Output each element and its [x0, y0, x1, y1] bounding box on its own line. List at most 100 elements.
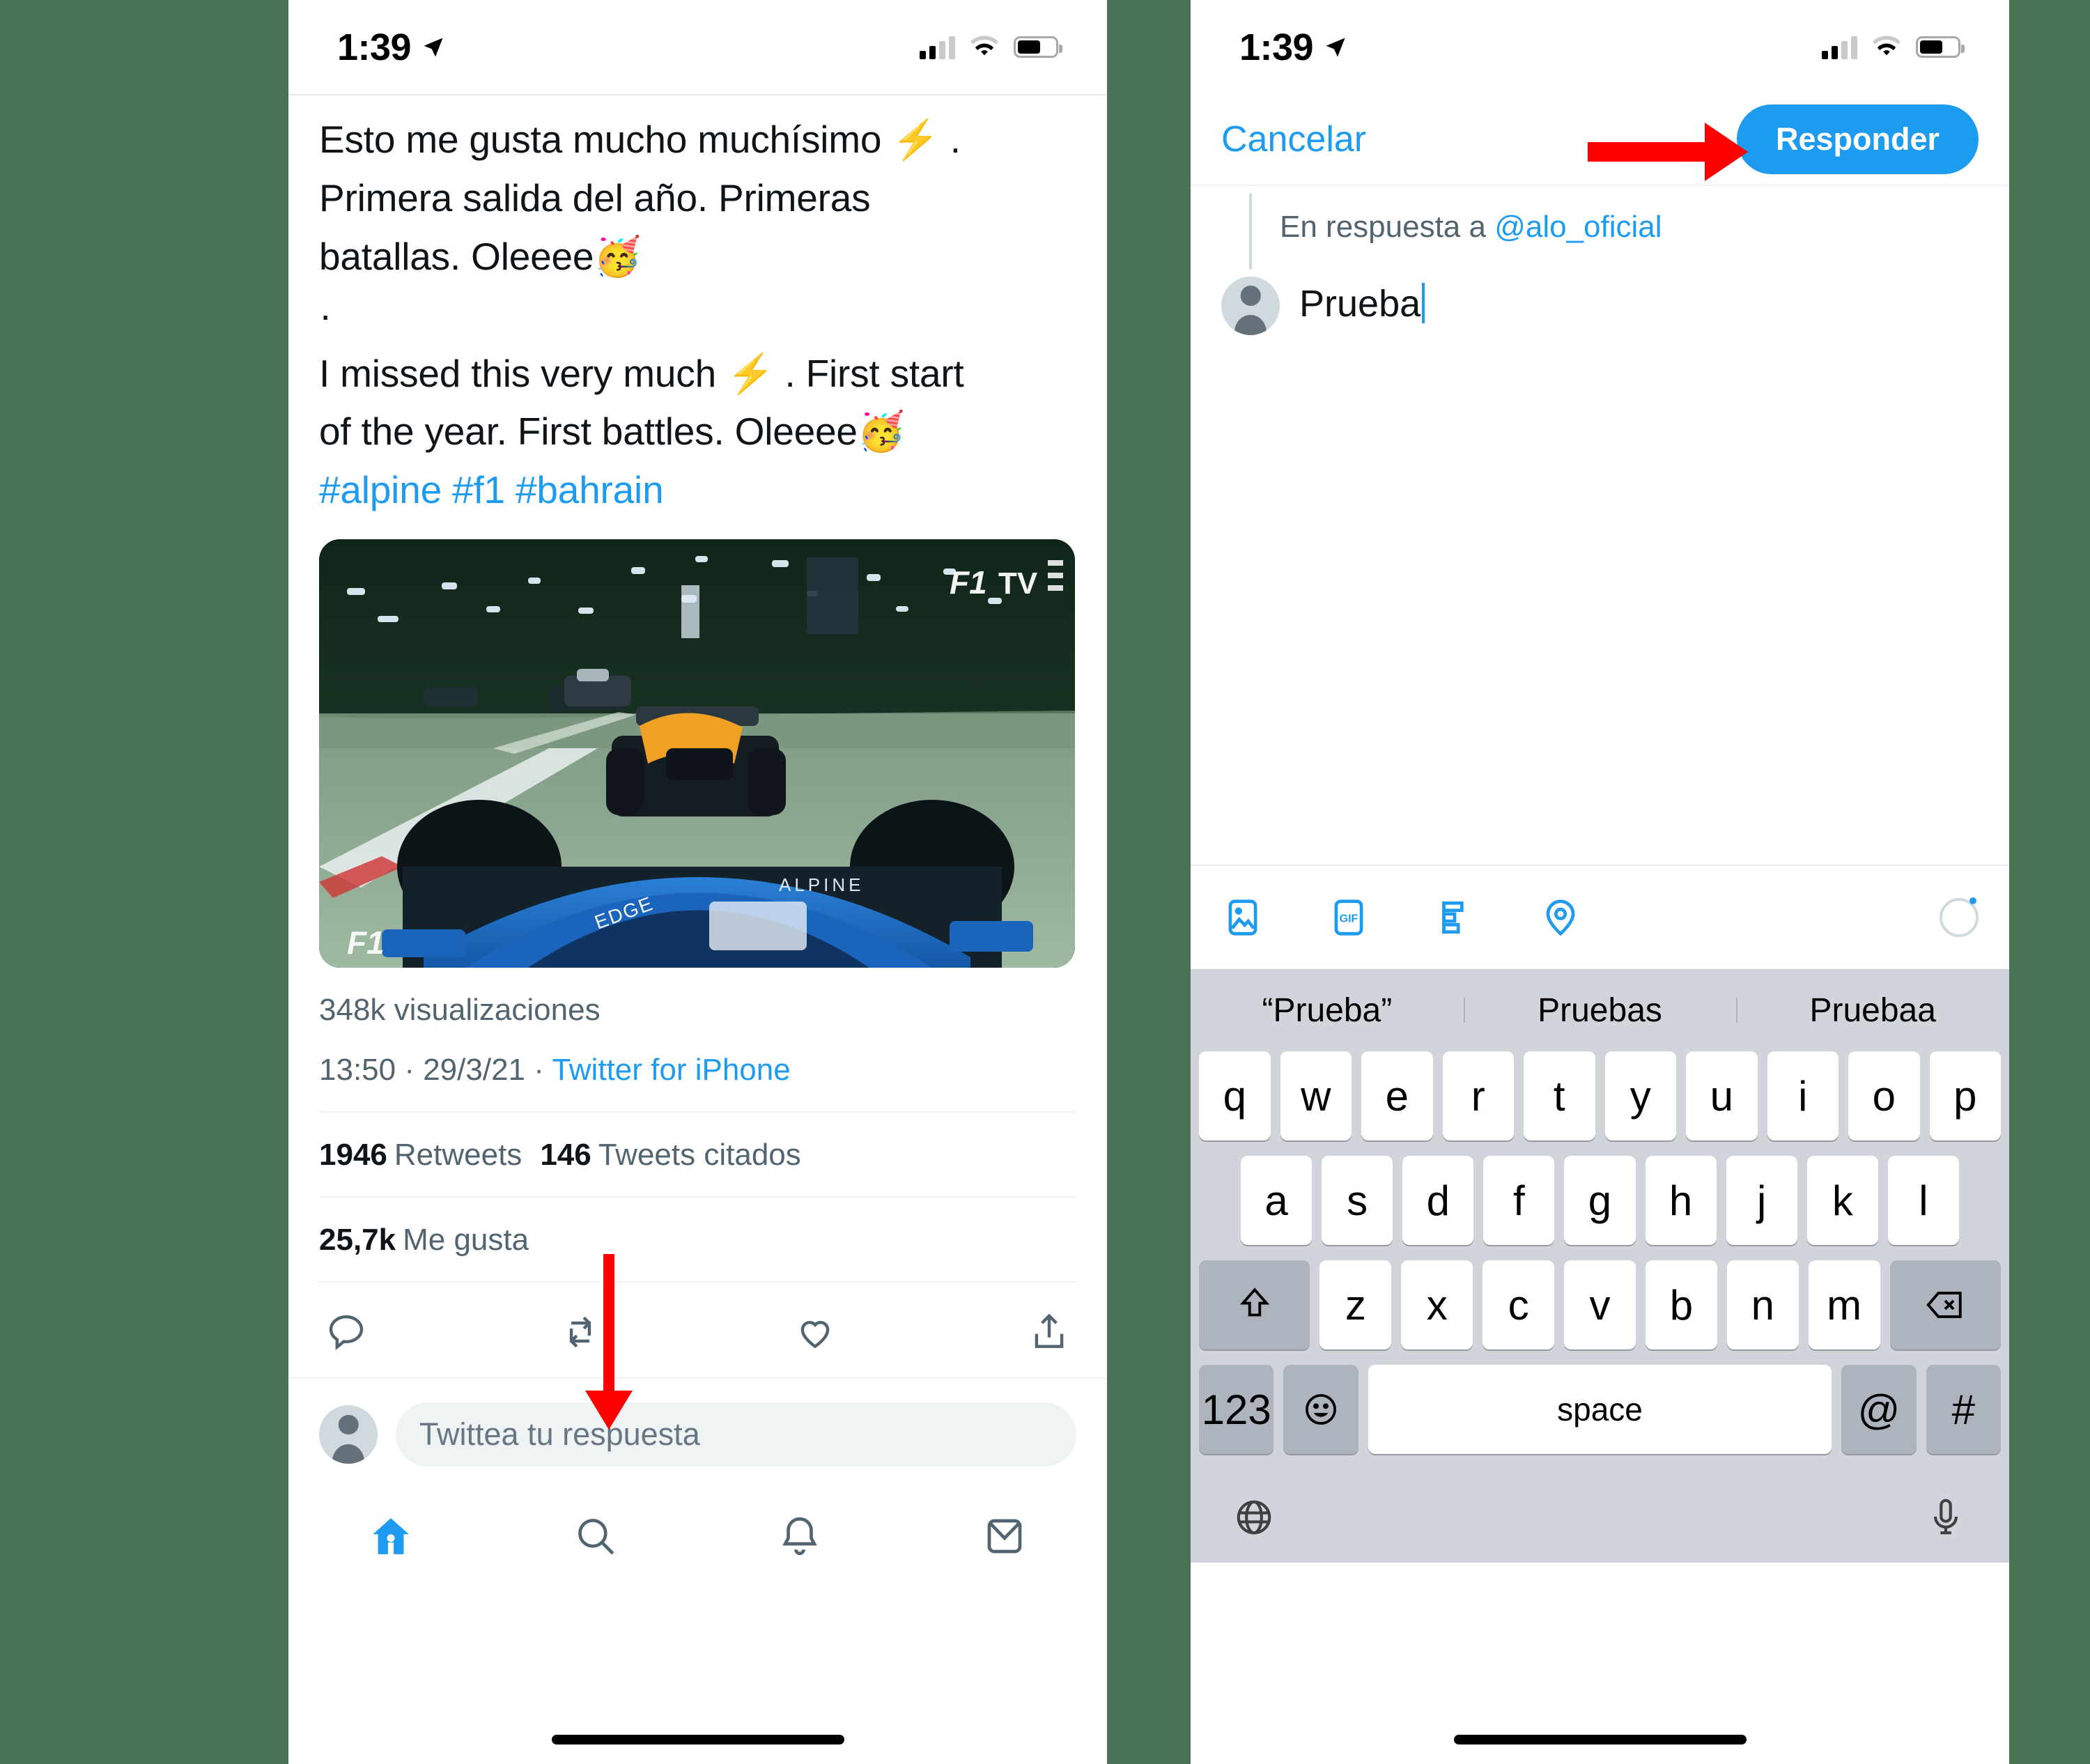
location-pin-icon[interactable] [1539, 896, 1582, 939]
share-icon[interactable] [1028, 1310, 1071, 1354]
retweets-count-group[interactable]: 1946 Retweets [319, 1138, 522, 1173]
key-g[interactable]: g [1564, 1156, 1636, 1245]
at-key[interactable]: @ [1841, 1365, 1917, 1454]
tweet-line-2: Primera salida del año. Primeras [319, 176, 871, 219]
key-i[interactable]: i [1767, 1051, 1839, 1140]
numbers-key[interactable]: 123 [1198, 1365, 1274, 1454]
space-key[interactable]: space [1368, 1365, 1832, 1454]
key-m[interactable]: m [1808, 1260, 1880, 1349]
key-s[interactable]: s [1322, 1156, 1393, 1245]
quotes-count-group[interactable]: 146 Tweets citados [540, 1138, 800, 1173]
poll-icon[interactable] [1433, 896, 1476, 939]
key-c[interactable]: c [1483, 1260, 1555, 1349]
key-a[interactable]: a [1241, 1156, 1313, 1245]
key-l[interactable]: l [1887, 1156, 1959, 1245]
key-u[interactable]: u [1686, 1051, 1758, 1140]
key-z[interactable]: z [1319, 1260, 1392, 1349]
keyboard-row-3: z x c v b n m [1191, 1260, 2009, 1365]
tweet-actions [288, 1283, 1107, 1377]
svg-text:F1: F1 [950, 564, 987, 601]
keyboard-bottom-row [1191, 1465, 2009, 1563]
key-f[interactable]: f [1483, 1156, 1555, 1245]
gif-icon[interactable]: GIF [1327, 896, 1370, 939]
key-d[interactable]: d [1402, 1156, 1474, 1245]
key-p[interactable]: p [1929, 1051, 2001, 1140]
key-j[interactable]: j [1726, 1156, 1797, 1245]
cellular-signal-icon [920, 36, 955, 59]
likes-count-row[interactable]: 25,7k Me gusta [319, 1198, 1076, 1281]
character-count-ring [1940, 897, 1979, 937]
reply-input[interactable]: Twittea tu respuesta [396, 1402, 1076, 1467]
key-b[interactable]: b [1645, 1260, 1717, 1349]
globe-icon[interactable] [1232, 1496, 1276, 1539]
key-r[interactable]: r [1442, 1051, 1514, 1140]
key-k[interactable]: k [1806, 1156, 1878, 1245]
compose-value: Prueba [1299, 283, 1421, 325]
image-icon[interactable] [1221, 896, 1264, 939]
emoji-icon[interactable] [1283, 1365, 1358, 1454]
suggestion-1[interactable]: Pruebas [1463, 991, 1737, 1030]
tweet-line-1: Esto me gusta mucho muchísimo ⚡️ . [319, 118, 961, 161]
home-indicator-left [551, 1735, 844, 1744]
home-indicator-right [1453, 1735, 1747, 1744]
key-o[interactable]: o [1848, 1051, 1920, 1140]
key-t[interactable]: t [1524, 1051, 1595, 1140]
svg-text:ALPINE: ALPINE [779, 874, 865, 895]
wifi-icon [1871, 36, 1902, 59]
hash-key[interactable]: # [1926, 1365, 2002, 1454]
location-arrow-icon [1323, 35, 1348, 60]
f1-logo-corner: F1 [347, 924, 385, 961]
cancel-button[interactable]: Cancelar [1221, 118, 1366, 160]
f1-onboard-video-thumbnail[interactable]: ALPINE EDGE F1 TV F1 [319, 539, 1075, 968]
in-reply-to-handle[interactable]: @alo_oficial [1494, 210, 1662, 244]
wifi-icon [969, 36, 1000, 59]
view-count: 348k visualizaciones [319, 993, 601, 1028]
key-n[interactable]: n [1726, 1260, 1799, 1349]
responder-button[interactable]: Responder [1736, 105, 1979, 174]
keyboard-row-1: q w e r t y u i o p [1191, 1051, 2009, 1156]
comment-icon[interactable] [325, 1310, 368, 1354]
suggestion-0[interactable]: “Prueba” [1191, 991, 1464, 1030]
key-q[interactable]: q [1199, 1051, 1271, 1140]
compose-toolbar: GIF [1191, 865, 2009, 969]
key-y[interactable]: y [1604, 1051, 1676, 1140]
svg-text:TV: TV [998, 566, 1038, 601]
battery-icon [1916, 36, 1965, 58]
suggestion-2[interactable]: Pruebaa [1736, 991, 2009, 1030]
tab-home[interactable] [368, 1513, 414, 1559]
status-bar-right-group [920, 36, 1062, 59]
in-reply-to-text: En respuesta a @alo_oficial [1252, 193, 1662, 270]
location-arrow-icon [421, 35, 446, 60]
quotes-label: Tweets citados [598, 1138, 801, 1173]
key-x[interactable]: x [1401, 1260, 1473, 1349]
backspace-icon[interactable] [1889, 1260, 2002, 1349]
shift-icon[interactable] [1198, 1260, 1310, 1349]
heart-icon[interactable] [794, 1310, 837, 1354]
compose-empty-area[interactable] [1191, 335, 2009, 865]
compose-input[interactable]: Prueba [1299, 277, 1425, 325]
tweet-meta: 13:50 · 29/3/21 · Twitter for iPhone [319, 1028, 1076, 1111]
key-h[interactable]: h [1645, 1156, 1717, 1245]
tab-notifications[interactable] [777, 1513, 823, 1559]
tweet-hashtags[interactable]: #alpine #f1 #bahrain [319, 464, 1076, 517]
svg-text:GIF: GIF [1340, 913, 1358, 925]
tweet-detail: Esto me gusta mucho muchísimo ⚡️ . Prime… [288, 95, 1107, 1283]
tab-messages[interactable] [982, 1513, 1028, 1559]
key-v[interactable]: v [1564, 1260, 1636, 1349]
tab-search[interactable] [573, 1513, 619, 1559]
reply-input-placeholder: Twittea tu respuesta [419, 1416, 700, 1453]
tweet-line-5: of the year. First battles. Oleeee🥳 [319, 410, 906, 454]
video-thumbnail-art: ALPINE EDGE F1 TV F1 [319, 539, 1075, 968]
bottom-tab-bar [288, 1487, 1107, 1585]
keyboard-row-4: 123 space @ # [1191, 1365, 2009, 1465]
retweet-icon[interactable] [559, 1310, 602, 1354]
key-e[interactable]: e [1361, 1051, 1433, 1140]
status-bar-left: 1:39 [288, 0, 1107, 94]
status-bar-right-group-2 [1822, 36, 1965, 59]
tweet-timestamp: 13:50 · 29/3/21 · [319, 1053, 552, 1088]
status-bar-left-group: 1:39 [337, 26, 446, 69]
tweet-source-link[interactable]: Twitter for iPhone [552, 1053, 790, 1087]
likes-label: Me gusta [403, 1223, 529, 1258]
microphone-icon[interactable] [1924, 1496, 1967, 1539]
key-w[interactable]: w [1280, 1051, 1352, 1140]
